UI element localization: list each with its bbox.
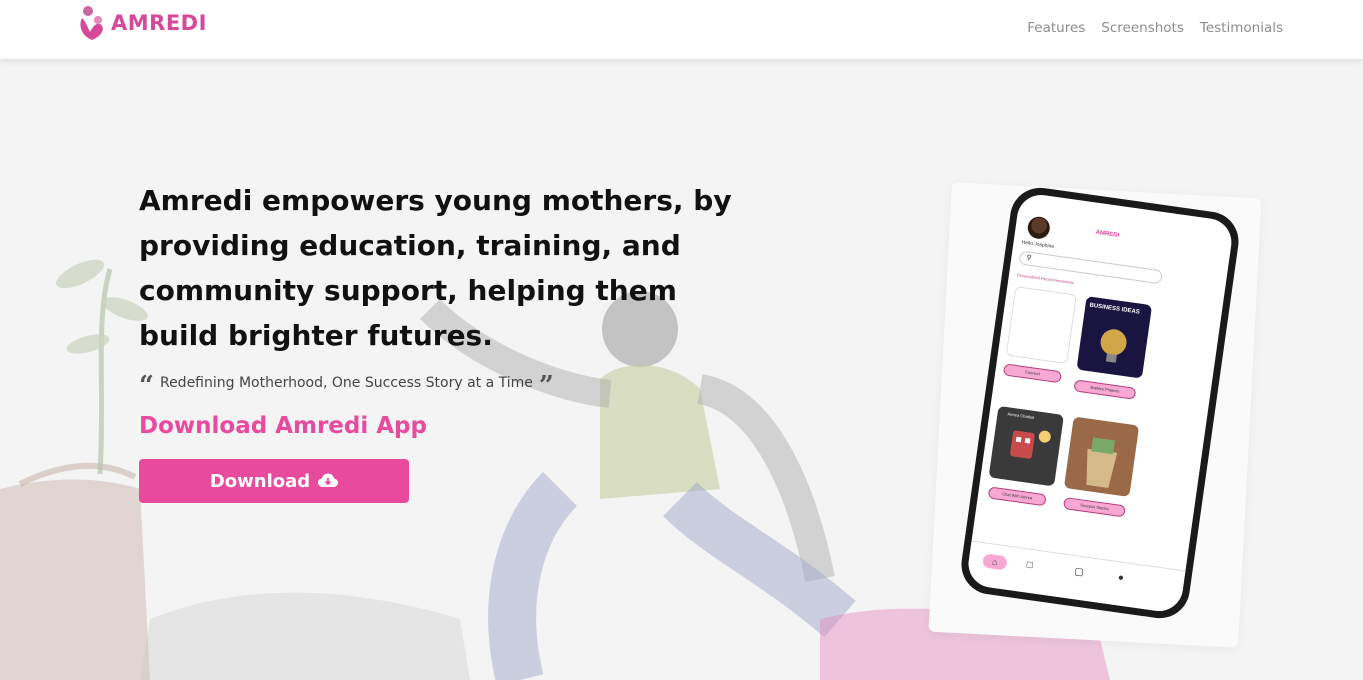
phone-screen: Hello Josphine AMREDI ⚲ Personalized Rec… [965, 191, 1235, 615]
download-button[interactable]: Download [139, 459, 409, 503]
phone-avatar [1026, 215, 1052, 241]
brand-name: AMREDI [111, 11, 207, 35]
nav-link-screenshots[interactable]: Screenshots [1101, 20, 1184, 36]
cloud-download-icon [318, 473, 339, 487]
phone-tile-connect [1005, 286, 1077, 365]
nav-link-testimonials[interactable]: Testimonials [1200, 20, 1283, 36]
quote-open-icon: “ [139, 371, 154, 401]
phone-section-title: Personalized Recommendations [1016, 272, 1075, 286]
money-bag-icon [1086, 437, 1118, 488]
phone-tile-chatbot: Amrea Chatbot [988, 405, 1064, 487]
logo-mother-icon [80, 6, 103, 40]
phone-greeting: Hello Josphine [1021, 239, 1055, 251]
tagline-text: Redefining Motherhood, One Success Story… [159, 375, 533, 391]
home-icon: ⌂ [982, 553, 1008, 571]
folder-icon: □ [1025, 559, 1034, 572]
phone-pill-explore-projects: Explore Projects [1073, 379, 1137, 400]
brand-logo[interactable]: AMREDI [76, 2, 207, 44]
phone-tile-success-stories [1063, 416, 1140, 497]
download-button-label: Download [209, 470, 311, 492]
phone-pill-connect: Connect [1002, 363, 1063, 384]
phone-pill-success-stories: Success Stories [1062, 496, 1126, 518]
navbar: AMREDI Features Screenshots Testimonials [0, 0, 1363, 59]
nav-links: Features Screenshots Testimonials [1027, 20, 1283, 36]
phone-pill-chat-with-amrea: Chat With Amrea [987, 486, 1047, 507]
phone-app-logo: AMREDI [1095, 229, 1120, 240]
hero-tagline: “ Redefining Motherhood, One Success Sto… [139, 370, 554, 401]
download-heading: Download Amredi App [139, 413, 427, 439]
user-icon: ● [1117, 572, 1125, 584]
hero-headline: Amredi empowers young mothers, by provid… [139, 184, 732, 352]
nav-link-features[interactable]: Features [1027, 20, 1085, 36]
quote-close-icon: ” [538, 371, 554, 401]
chat-icon: ▢ [1073, 566, 1085, 579]
phone-tile-business-ideas: BUSINESS IDEAS [1076, 296, 1153, 379]
